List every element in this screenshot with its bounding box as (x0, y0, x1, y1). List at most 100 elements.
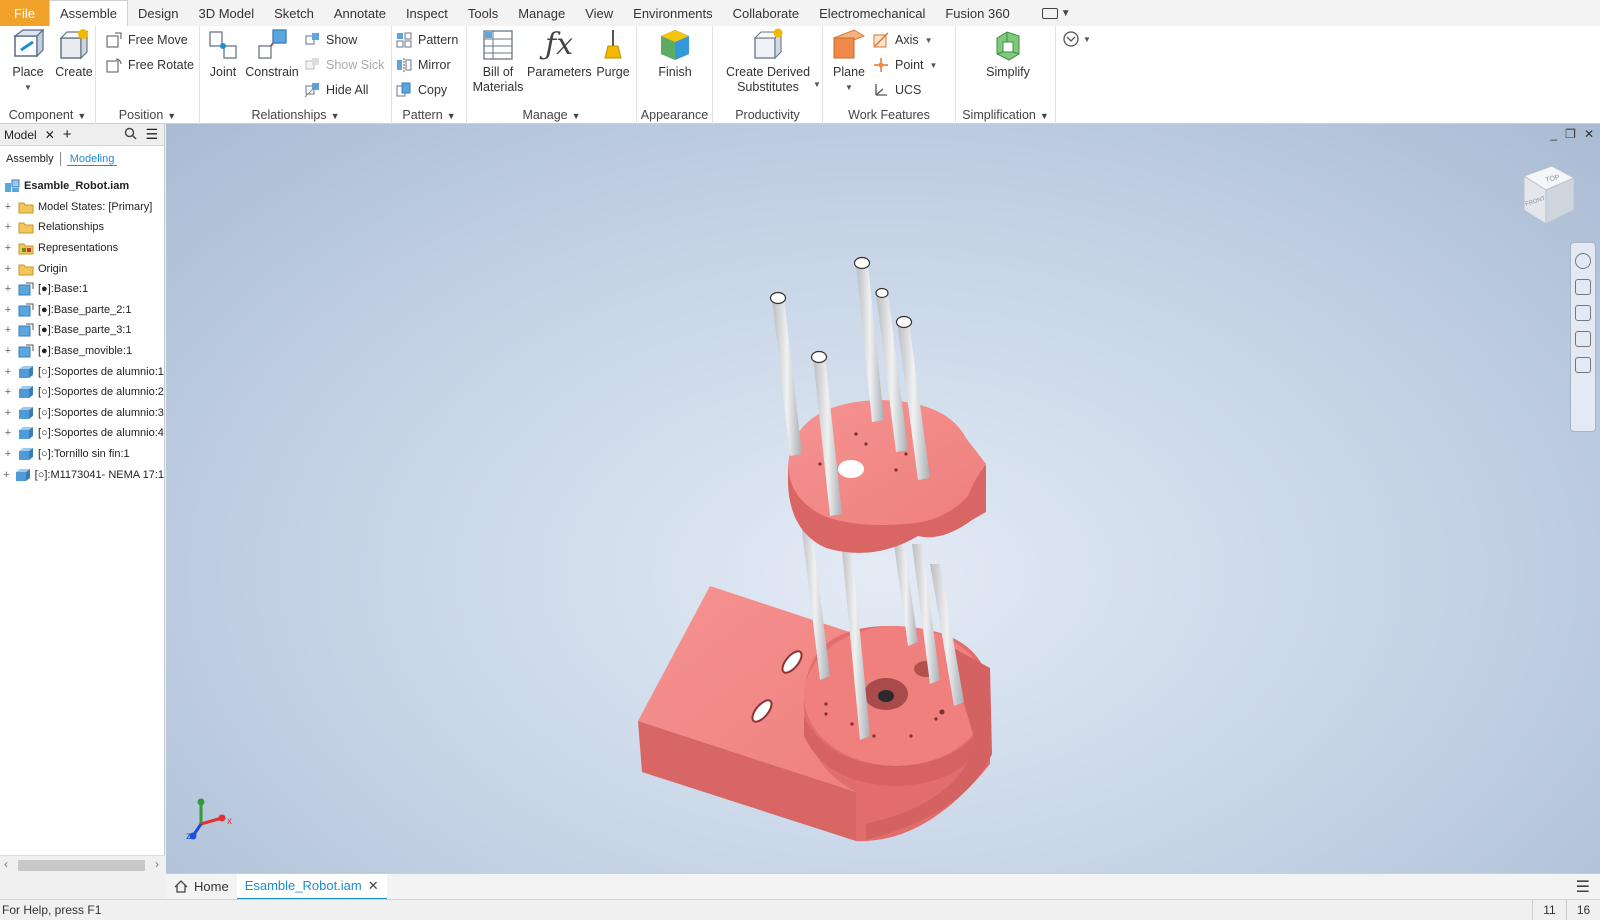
tab-design[interactable]: Design (128, 0, 188, 26)
free-move-button[interactable]: Free Move (106, 29, 188, 51)
tab-active-document[interactable]: Esamble_Robot.iam ✕ (236, 873, 387, 900)
tree-item[interactable]: + Relationships (0, 217, 164, 238)
scroll-right-icon[interactable]: › (155, 857, 159, 871)
constrain-button[interactable]: Constrain (244, 28, 300, 80)
finish-button[interactable]: Finish (653, 28, 697, 80)
expand-icon[interactable]: + (2, 469, 11, 481)
expand-icon[interactable]: + (2, 242, 14, 254)
search-icon[interactable] (124, 127, 137, 143)
tree-item[interactable]: + [●]:Base_parte_2:1 (0, 300, 164, 321)
tab-tools[interactable]: Tools (458, 0, 508, 26)
tab-assemble[interactable]: Assemble (48, 0, 129, 26)
tab-environments[interactable]: Environments (623, 0, 722, 26)
expand-icon[interactable]: + (2, 304, 14, 316)
robot-assembly-model[interactable]: x z (166, 124, 1600, 873)
tree-item[interactable]: + [●]:Base_parte_3:1 (0, 320, 164, 341)
panel-component-title[interactable]: Component ▼ (0, 108, 95, 122)
customize-panel-button[interactable]: ▼ (1062, 30, 1091, 48)
bill-of-materials-button[interactable]: Bill of Materials (469, 28, 527, 95)
scroll-left-icon[interactable]: ‹ (4, 857, 8, 871)
close-icon[interactable]: ✕ (45, 128, 55, 142)
tab-collaborate[interactable]: Collaborate (723, 0, 810, 26)
graphics-viewport[interactable]: _ ❐ ✕ TOP FRONT x z (166, 124, 1600, 873)
plane-button[interactable]: Plane ▼ (829, 28, 869, 95)
tree-item[interactable]: + [○]:Soportes de alumnio:4 (0, 423, 164, 444)
tree-item[interactable]: + [○]:Tornillo sin fin:1 (0, 444, 164, 465)
expand-icon[interactable]: + (2, 324, 14, 336)
panel-pattern-title[interactable]: Pattern ▼ (392, 108, 466, 122)
browser-horizontal-scrollbar[interactable]: ‹ › (0, 855, 165, 873)
add-browser-icon[interactable]: + (63, 126, 72, 143)
point-button[interactable]: Point ▼ (873, 54, 937, 76)
parameters-button[interactable]: ƒx Parameters (527, 28, 592, 80)
tree-item[interactable]: + [○]:Soportes de alumnio:3 (0, 403, 164, 424)
expand-icon[interactable]: + (2, 366, 14, 378)
axis-button[interactable]: Axis ▼ (873, 29, 933, 51)
hamburger-menu-icon[interactable]: ☰ (145, 126, 158, 143)
tab-annotate[interactable]: Annotate (324, 0, 396, 26)
expand-icon[interactable]: + (2, 283, 14, 295)
ucs-button[interactable]: UCS (873, 79, 921, 101)
create-derived-substitutes-button[interactable]: Create Derived Substitutes (717, 28, 819, 95)
joint-button[interactable]: Joint (204, 28, 242, 80)
scrollbar-thumb[interactable] (18, 860, 145, 871)
tab-home[interactable]: Home (166, 874, 237, 900)
tree-item[interactable]: + Origin (0, 258, 164, 279)
panel-simplification-title[interactable]: Simplification ▼ (956, 108, 1055, 122)
chevron-down-icon[interactable]: ▼ (813, 80, 821, 89)
show-button[interactable]: Show (304, 29, 357, 51)
expand-icon[interactable]: + (2, 407, 14, 419)
tab-inspect[interactable]: Inspect (396, 0, 458, 26)
tree-item[interactable]: + [○]:Soportes de alumnio:2 (0, 382, 164, 403)
panel-relationships-title[interactable]: Relationships ▼ (200, 108, 391, 122)
panel-manage-title[interactable]: Manage ▼ (467, 108, 636, 122)
tab-view[interactable]: View (575, 0, 623, 26)
tab-modeling[interactable]: Modeling (66, 153, 118, 166)
expand-icon[interactable]: + (2, 448, 14, 460)
tree-item[interactable]: + Representations (0, 238, 164, 259)
simplify-button[interactable]: Simplify (980, 28, 1036, 80)
tree-root[interactable]: Esamble_Robot.iam (0, 176, 164, 197)
point-label: Point (895, 58, 924, 72)
browser-tab-model[interactable]: Model (4, 128, 37, 142)
expand-icon[interactable]: + (2, 427, 14, 439)
place-button[interactable]: Place ▼ (6, 28, 50, 95)
hide-all-button[interactable]: Hide All (304, 79, 368, 101)
tab-fusion-360[interactable]: Fusion 360 (935, 0, 1019, 26)
tab-file[interactable]: File (0, 0, 49, 26)
expand-icon[interactable]: + (2, 201, 14, 213)
expand-icon[interactable]: + (2, 345, 14, 357)
tab-manage[interactable]: Manage (508, 0, 575, 26)
tree-item[interactable]: + [○]:Soportes de alumnio:1 (0, 361, 164, 382)
tree-item[interactable]: + [●]:Base:1 (0, 279, 164, 300)
panel-work-features: Plane ▼ Axis ▼ Point ▼ UCS Work Features (823, 26, 956, 124)
close-icon[interactable]: ✕ (368, 878, 379, 894)
copy-button[interactable]: Copy (396, 79, 447, 101)
panel-work-features-title: Work Features (848, 108, 930, 122)
tab-electromechanical[interactable]: Electromechanical (809, 0, 935, 26)
movable-base[interactable] (788, 400, 986, 553)
mirror-button[interactable]: Mirror (396, 54, 451, 76)
tree-item[interactable]: + [●]:Base_movible:1 (0, 341, 164, 362)
expand-icon[interactable]: + (2, 221, 14, 233)
tree-item[interactable]: + Model States: [Primary] (0, 197, 164, 218)
show-sick-button[interactable]: Show Sick (304, 54, 384, 76)
cube-icon (18, 365, 34, 379)
bill-of-materials-label-2: Materials (472, 80, 524, 94)
ribbon-display-toggle[interactable]: ▼ (1041, 0, 1071, 26)
parameters-label: Parameters (527, 65, 592, 79)
panel-position-title[interactable]: Position ▼ (96, 108, 199, 122)
tree-item-label: [●]:Base_parte_2:1 (38, 303, 132, 316)
create-button[interactable]: Create (52, 28, 96, 80)
tab-sketch[interactable]: Sketch (264, 0, 324, 26)
purge-button[interactable]: Purge (591, 28, 635, 80)
tab-assembly[interactable]: Assembly (6, 153, 54, 165)
panel-relationships: Joint Constrain Show Show Sick Hide All … (200, 26, 392, 124)
tree-item[interactable]: + [○]:M1173041- NEMA 17:1 (0, 464, 164, 485)
tab-3d-model[interactable]: 3D Model (189, 0, 265, 26)
expand-icon[interactable]: + (2, 263, 14, 275)
expand-icon[interactable]: + (2, 386, 14, 398)
free-rotate-button[interactable]: Free Rotate (106, 54, 194, 76)
hamburger-menu-icon[interactable]: ☰ (1576, 877, 1590, 897)
pattern-button[interactable]: Pattern (396, 29, 458, 51)
